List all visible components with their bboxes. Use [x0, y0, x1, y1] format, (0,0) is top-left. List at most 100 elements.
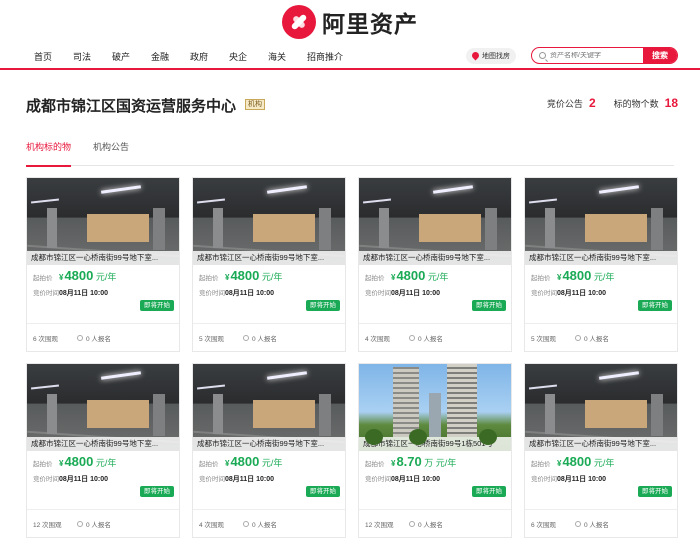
item-card[interactable]: 成都市锦江区一心桥南街99号地下室... 起拍价 ¥4800 元/年 竞价时间 …	[26, 363, 180, 538]
start-price-label: 起拍价	[33, 275, 53, 282]
item-photo[interactable]: 成都市锦江区一心桥南街99号地下室...	[359, 178, 511, 265]
logo[interactable]: 阿里资产	[282, 5, 418, 39]
person-icon	[77, 334, 83, 341]
nav-item-finance[interactable]: 金融	[151, 50, 190, 63]
photo-detail	[379, 208, 389, 248]
item-title[interactable]: 成都市锦江区一心桥南街99号地下室...	[193, 437, 345, 451]
item-photo[interactable]: 成都市锦江区一心桥南街99号地下室...	[27, 178, 179, 265]
photo-detail	[153, 208, 165, 250]
start-price-label: 起拍价	[365, 461, 385, 468]
item-card[interactable]: 成都市锦江区一心桥南街99号地下室... 起拍价 ¥4800 元/年 竞价时间 …	[26, 177, 180, 352]
item-price: ¥4800 元/年	[557, 454, 614, 469]
photo-detail	[47, 394, 57, 434]
card-footer: 6 次围观 0 人报名	[27, 323, 179, 351]
item-card[interactable]: 成都市锦江区一心桥南街99号地下室... 起拍价 ¥4800 元/年 竞价时间 …	[524, 177, 678, 352]
person-icon	[77, 520, 83, 527]
card-footer: 5 次围观 0 人报名	[525, 323, 677, 351]
tab-bar: 机构标的物 机构公告	[26, 140, 674, 167]
item-photo[interactable]: 成都市锦江区一心桥南街99号地下室...	[193, 364, 345, 451]
card-footer: 4 次围观 0 人报名	[193, 509, 345, 537]
bid-time-label: 竞价时间	[365, 476, 391, 483]
tab-org-announcements[interactable]: 机构公告	[93, 140, 129, 166]
photo-detail	[30, 384, 60, 390]
price-value: 4800	[230, 454, 260, 469]
item-card[interactable]: 成都市锦江区一心桥南街99号地下室... 起拍价 ¥4800 元/年 竞价时间 …	[358, 177, 512, 352]
item-title[interactable]: 成都市锦江区一心桥南街99号地下室...	[193, 251, 345, 265]
card-footer: 12 次围观 0 人报名	[359, 509, 511, 537]
nav-item-government[interactable]: 政府	[190, 50, 229, 63]
photo-detail	[47, 208, 57, 248]
photo-detail	[153, 394, 165, 436]
photo-detail	[485, 208, 497, 250]
item-card[interactable]: 成都市锦江区一心桥南街99号地下室... 起拍价 ¥4800 元/年 竞价时间 …	[192, 177, 346, 352]
item-photo[interactable]: 成都市锦江区一心桥南街99号1栋501号	[359, 364, 511, 451]
view-count: 6 次围观	[531, 521, 556, 529]
nav-item-promotion[interactable]: 招商推介	[307, 50, 355, 63]
search-button[interactable]: 搜索	[643, 48, 677, 63]
photo-detail	[419, 214, 481, 242]
bid-time-label: 竞价时间	[365, 290, 391, 297]
item-card[interactable]: 成都市锦江区一心桥南街99号地下室... 起拍价 ¥4800 元/年 竞价时间 …	[524, 363, 678, 538]
photo-detail	[87, 214, 149, 242]
item-grid: 成都市锦江区一心桥南街99号地下室... 起拍价 ¥4800 元/年 竞价时间 …	[26, 177, 679, 538]
start-price-label: 起拍价	[33, 461, 53, 468]
photo-detail	[528, 384, 558, 390]
bid-time: 08月11日 10:00	[59, 476, 109, 483]
currency-symbol: ¥	[557, 273, 562, 282]
person-icon	[575, 520, 581, 527]
photo-detail	[266, 371, 308, 380]
item-title[interactable]: 成都市锦江区一心桥南街99号地下室...	[27, 251, 179, 265]
price-unit: 元/年	[259, 458, 283, 468]
nav-item-judicial[interactable]: 司法	[73, 50, 112, 63]
currency-symbol: ¥	[391, 273, 396, 282]
photo-detail	[545, 394, 555, 434]
nav-item-central-enterprise[interactable]: 央企	[229, 50, 268, 63]
item-title[interactable]: 成都市锦江区一心桥南街99号地下室...	[359, 251, 511, 265]
tab-org-items[interactable]: 机构标的物	[26, 140, 72, 167]
price-value: 4800	[562, 454, 592, 469]
card-footer: 6 次围观 0 人报名	[525, 509, 677, 537]
item-card[interactable]: 成都市锦江区一心桥南街99号1栋501号 起拍价 ¥8.70 万 元/年 竞价时…	[358, 363, 512, 538]
item-price: ¥4800 元/年	[391, 268, 448, 283]
item-photo[interactable]: 成都市锦江区一心桥南街99号地下室...	[27, 364, 179, 451]
nav-item-bankruptcy[interactable]: 破产	[112, 50, 151, 63]
price-unit: 元/年	[591, 272, 615, 282]
person-icon	[409, 334, 415, 341]
item-photo[interactable]: 成都市锦江区一心桥南街99号地下室...	[525, 178, 677, 265]
person-icon	[243, 520, 249, 527]
photo-detail	[432, 185, 474, 194]
photo-detail	[545, 208, 555, 248]
status-badge: 即将开始	[472, 300, 506, 311]
signup-count: 0 人报名	[86, 335, 111, 343]
currency-symbol: ¥	[225, 273, 230, 282]
start-price-label: 起拍价	[199, 461, 219, 468]
nav-item-customs[interactable]: 海关	[268, 50, 307, 63]
status-badge: 即将开始	[638, 486, 672, 497]
bid-time-label: 竞价时间	[33, 290, 59, 297]
item-title[interactable]: 成都市锦江区一心桥南街99号地下室...	[525, 437, 677, 451]
nav-item-home[interactable]: 首页	[34, 50, 73, 63]
item-price: ¥4800 元/年	[225, 454, 282, 469]
location-pin-icon	[472, 52, 479, 61]
logo-icon	[282, 5, 316, 39]
photo-detail	[651, 394, 663, 436]
photo-detail	[479, 429, 497, 445]
item-photo[interactable]: 成都市锦江区一心桥南街99号地下室...	[193, 178, 345, 265]
bid-time-label: 竞价时间	[199, 290, 225, 297]
item-photo[interactable]: 成都市锦江区一心桥南街99号地下室...	[525, 364, 677, 451]
photo-detail	[393, 367, 419, 437]
photo-detail	[87, 400, 149, 428]
bid-time-label: 竞价时间	[199, 476, 225, 483]
search-input[interactable]	[550, 52, 650, 59]
item-title[interactable]: 成都市锦江区一心桥南街99号地下室...	[27, 437, 179, 451]
signup-count: 0 人报名	[584, 521, 609, 529]
map-search-button[interactable]: 地图找房	[466, 48, 516, 64]
item-card[interactable]: 成都市锦江区一心桥南街99号地下室... 起拍价 ¥4800 元/年 竞价时间 …	[192, 363, 346, 538]
start-price-label: 起拍价	[531, 461, 551, 468]
card-footer: 12 次围观 0 人报名	[27, 509, 179, 537]
price-unit: 元/年	[591, 458, 615, 468]
item-price: ¥4800 元/年	[59, 268, 116, 283]
view-count: 5 次围观	[531, 335, 556, 343]
price-unit: 万 元/年	[421, 458, 457, 468]
item-title[interactable]: 成都市锦江区一心桥南街99号地下室...	[525, 251, 677, 265]
